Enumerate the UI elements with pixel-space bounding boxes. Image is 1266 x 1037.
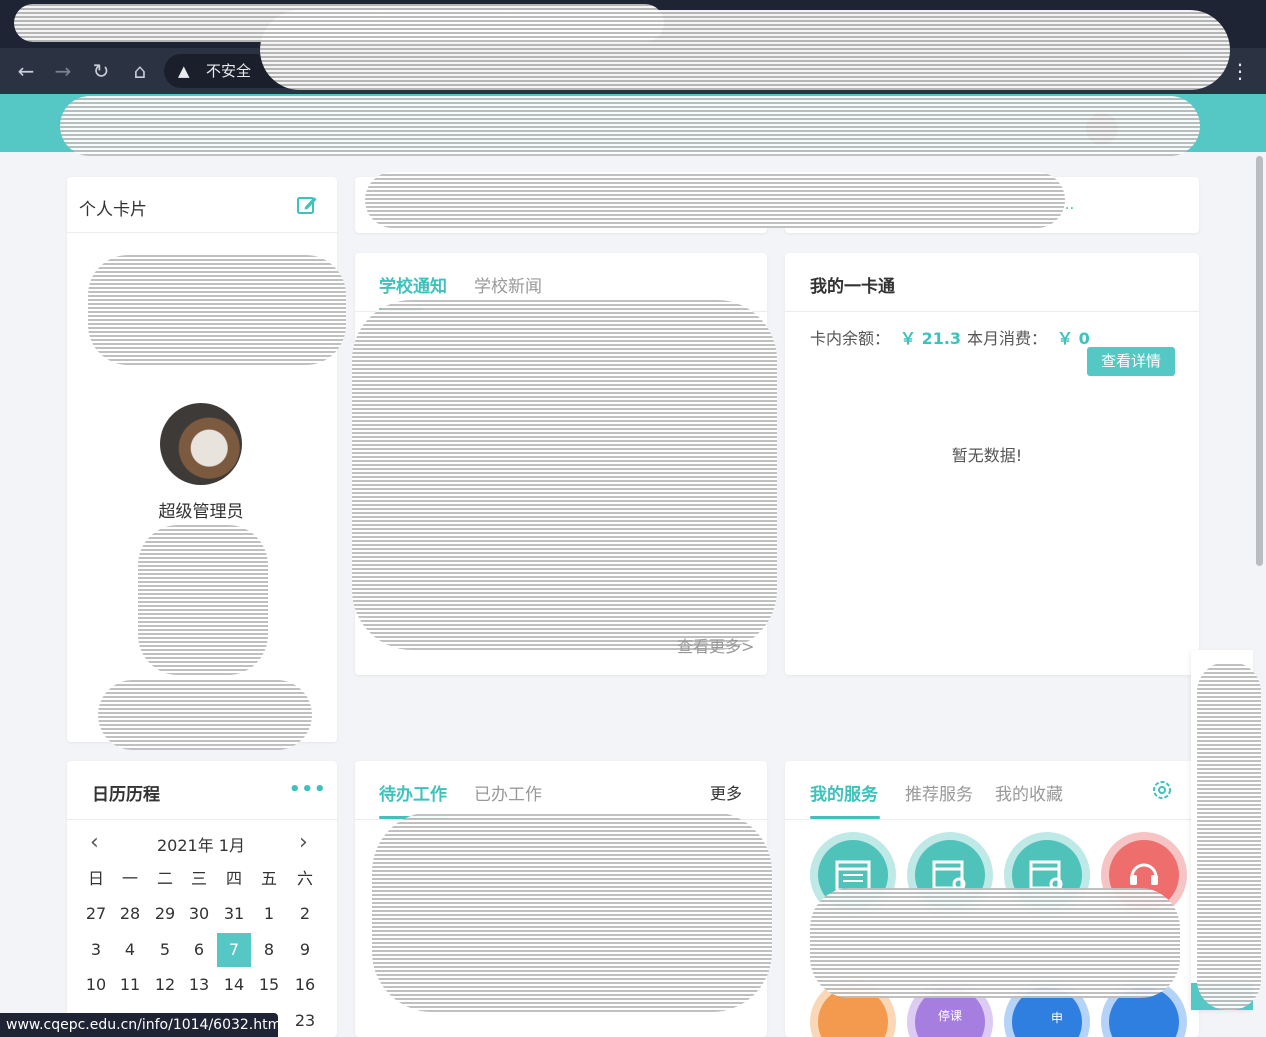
redacted-area bbox=[352, 300, 777, 650]
month-spend-value: ￥ 0 bbox=[1057, 329, 1090, 348]
prev-month-icon[interactable]: ‹ bbox=[90, 830, 99, 855]
redacted-area bbox=[365, 172, 1065, 228]
home-icon[interactable]: ⌂ bbox=[127, 58, 153, 84]
calendar-day[interactable]: 13 bbox=[182, 968, 216, 1002]
calendar-day[interactable]: 11 bbox=[113, 968, 147, 1002]
user-card-text: 申 bbox=[1050, 1010, 1063, 1025]
security-label[interactable]: 不安全 bbox=[206, 60, 251, 82]
divider bbox=[67, 819, 337, 820]
calendar-day[interactable]: 7 bbox=[217, 933, 251, 967]
tab-recommended-services[interactable]: 推荐服务 bbox=[905, 780, 973, 805]
calendar-weekday: 六 bbox=[296, 869, 313, 888]
edit-icon[interactable] bbox=[295, 193, 319, 217]
calendar-day[interactable]: 1 bbox=[252, 897, 286, 931]
calendar-weekday: 三 bbox=[190, 869, 207, 888]
calendar-weekday: 日 bbox=[87, 869, 104, 888]
calendar-day[interactable]: 31 bbox=[217, 897, 251, 931]
calendar-day[interactable]: 16 bbox=[288, 968, 322, 1002]
tab-my-favorites[interactable]: 我的收藏 bbox=[995, 780, 1063, 805]
calendar-day[interactable]: 27 bbox=[79, 897, 113, 931]
calendar-day[interactable]: 6 bbox=[182, 933, 216, 967]
reload-icon[interactable]: ↻ bbox=[88, 58, 114, 84]
scrollbar-thumb[interactable] bbox=[1256, 156, 1263, 566]
back-icon[interactable]: ← bbox=[13, 58, 39, 84]
redacted-area bbox=[60, 96, 1200, 156]
tab-school-news[interactable]: 学校新闻 bbox=[474, 272, 542, 297]
calendar-day[interactable]: 10 bbox=[79, 968, 113, 1002]
divider bbox=[785, 819, 1199, 820]
calendar-weekday: 五 bbox=[260, 869, 277, 888]
tab-my-services[interactable]: 我的服务 bbox=[810, 780, 878, 805]
stamp-text: 停课 bbox=[937, 1008, 962, 1023]
redacted-area bbox=[260, 10, 1230, 90]
tab-school-notice[interactable]: 学校通知 bbox=[379, 272, 447, 297]
calendar-day[interactable]: 29 bbox=[148, 897, 182, 931]
redacted-area bbox=[1197, 662, 1261, 1010]
avatar bbox=[160, 403, 242, 485]
profile-card-title: 个人卡片 bbox=[79, 200, 147, 220]
calendar-title: 日历历程 bbox=[92, 785, 160, 805]
empty-message: 暂无数据! bbox=[951, 446, 1023, 465]
view-more-link[interactable]: 查看更多> bbox=[677, 633, 754, 657]
calendar-weekday: 四 bbox=[225, 869, 242, 888]
calendar-weekday: 二 bbox=[156, 869, 173, 888]
tab-done-work[interactable]: 已办工作 bbox=[474, 780, 542, 805]
forward-icon[interactable]: → bbox=[50, 58, 76, 84]
redacted-area bbox=[810, 888, 1180, 998]
status-bar-url: www.cqepc.edu.cn/info/1014/6032.htm bbox=[0, 1013, 281, 1037]
view-details-button[interactable]: 查看详情 bbox=[1087, 347, 1175, 376]
calendar-weekday: 一 bbox=[121, 869, 138, 888]
calendar-day[interactable]: 3 bbox=[79, 933, 113, 967]
balance-value: ￥ 21.3 bbox=[900, 329, 962, 348]
calendar-day[interactable]: 4 bbox=[113, 933, 147, 967]
calendar-more-icon[interactable]: ••• bbox=[289, 779, 327, 800]
calendar-day[interactable]: 12 bbox=[148, 968, 182, 1002]
campus-card-title: 我的一卡通 bbox=[810, 277, 895, 297]
user-name: 超级管理员 bbox=[158, 502, 244, 522]
calendar-day[interactable]: 23 bbox=[288, 1004, 322, 1037]
divider bbox=[785, 311, 1199, 312]
calendar-year-month: 2021年 1月 bbox=[157, 836, 245, 855]
tab-todo-work[interactable]: 待办工作 bbox=[379, 780, 447, 805]
browser-menu-icon[interactable]: ⋮ bbox=[1228, 58, 1252, 84]
calendar-day[interactable]: 15 bbox=[252, 968, 286, 1002]
calendar-day[interactable]: 30 bbox=[182, 897, 216, 931]
gear-icon[interactable] bbox=[1150, 778, 1174, 802]
calendar-day[interactable]: 28 bbox=[113, 897, 147, 931]
calendar-day[interactable]: 9 bbox=[288, 933, 322, 967]
calendar-day[interactable]: 14 bbox=[217, 968, 251, 1002]
balance-label: 卡内余额： bbox=[810, 329, 891, 348]
divider bbox=[67, 232, 337, 233]
redacted-area bbox=[98, 680, 312, 750]
calendar-day[interactable]: 8 bbox=[252, 933, 286, 967]
next-month-icon[interactable]: › bbox=[299, 830, 308, 855]
calendar-day[interactable]: 5 bbox=[148, 933, 182, 967]
redacted-area bbox=[138, 525, 268, 675]
warning-triangle-icon[interactable]: ▲ bbox=[178, 60, 190, 82]
month-spend-label: 本月消费： bbox=[967, 329, 1048, 348]
work-more-link[interactable]: 更多 bbox=[710, 780, 742, 804]
redacted-area bbox=[372, 812, 772, 1012]
calendar-day[interactable]: 2 bbox=[288, 897, 322, 931]
redacted-area bbox=[88, 255, 346, 365]
